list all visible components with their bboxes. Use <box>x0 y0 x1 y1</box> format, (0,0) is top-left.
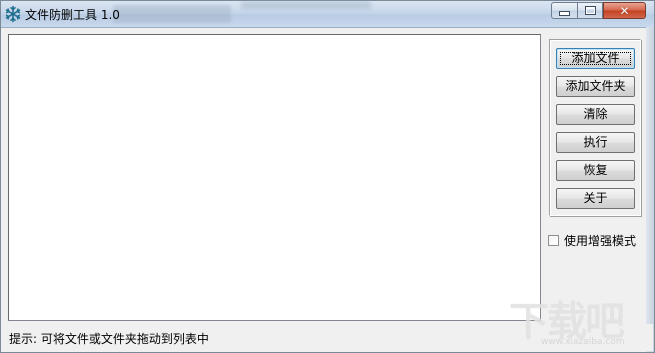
title-bar[interactable]: 文件防删工具 1.0 ✕ <box>1 1 654 28</box>
about-label: 关于 <box>583 191 608 205</box>
watermark-url: www.xiazaiba.com <box>541 337 625 347</box>
window-right-edge <box>646 27 654 352</box>
app-window: 文件防删工具 1.0 ✕ 添加文件 添加文件夹 清除 执行 恢复 关于 使用增强… <box>0 0 655 353</box>
enhanced-mode-option[interactable]: 使用增强模式 <box>548 232 636 249</box>
file-list[interactable] <box>8 34 541 321</box>
add-folder-button[interactable]: 添加文件夹 <box>556 76 635 97</box>
add-folder-label: 添加文件夹 <box>565 79 626 93</box>
close-button[interactable]: ✕ <box>603 2 646 19</box>
execute-label: 执行 <box>583 135 608 149</box>
focus-ring <box>560 52 631 65</box>
enhanced-mode-checkbox[interactable] <box>548 235 559 246</box>
window-title: 文件防删工具 1.0 <box>25 8 120 22</box>
maximize-button[interactable] <box>577 2 603 19</box>
enhanced-mode-label[interactable]: 使用增强模式 <box>564 232 636 249</box>
restore-label: 恢复 <box>583 163 608 177</box>
snowflake-icon[interactable] <box>4 5 22 23</box>
execute-button[interactable]: 执行 <box>556 132 635 153</box>
clear-button[interactable]: 清除 <box>556 104 635 125</box>
background-blur <box>113 5 231 23</box>
minimize-button[interactable] <box>551 2 577 19</box>
background-blur <box>241 1 371 9</box>
clear-label: 清除 <box>583 107 608 121</box>
about-button[interactable]: 关于 <box>556 188 635 209</box>
close-icon: ✕ <box>619 3 630 18</box>
status-hint: 提示: 可将文件或文件夹拖动到列表中 <box>9 332 209 346</box>
minimize-icon <box>559 11 570 16</box>
maximize-icon <box>584 6 596 15</box>
action-button-group: 添加文件 添加文件夹 清除 执行 恢复 关于 <box>549 39 641 216</box>
add-file-button[interactable]: 添加文件 <box>556 48 635 69</box>
restore-button[interactable]: 恢复 <box>556 160 635 181</box>
window-controls: ✕ <box>551 2 646 20</box>
